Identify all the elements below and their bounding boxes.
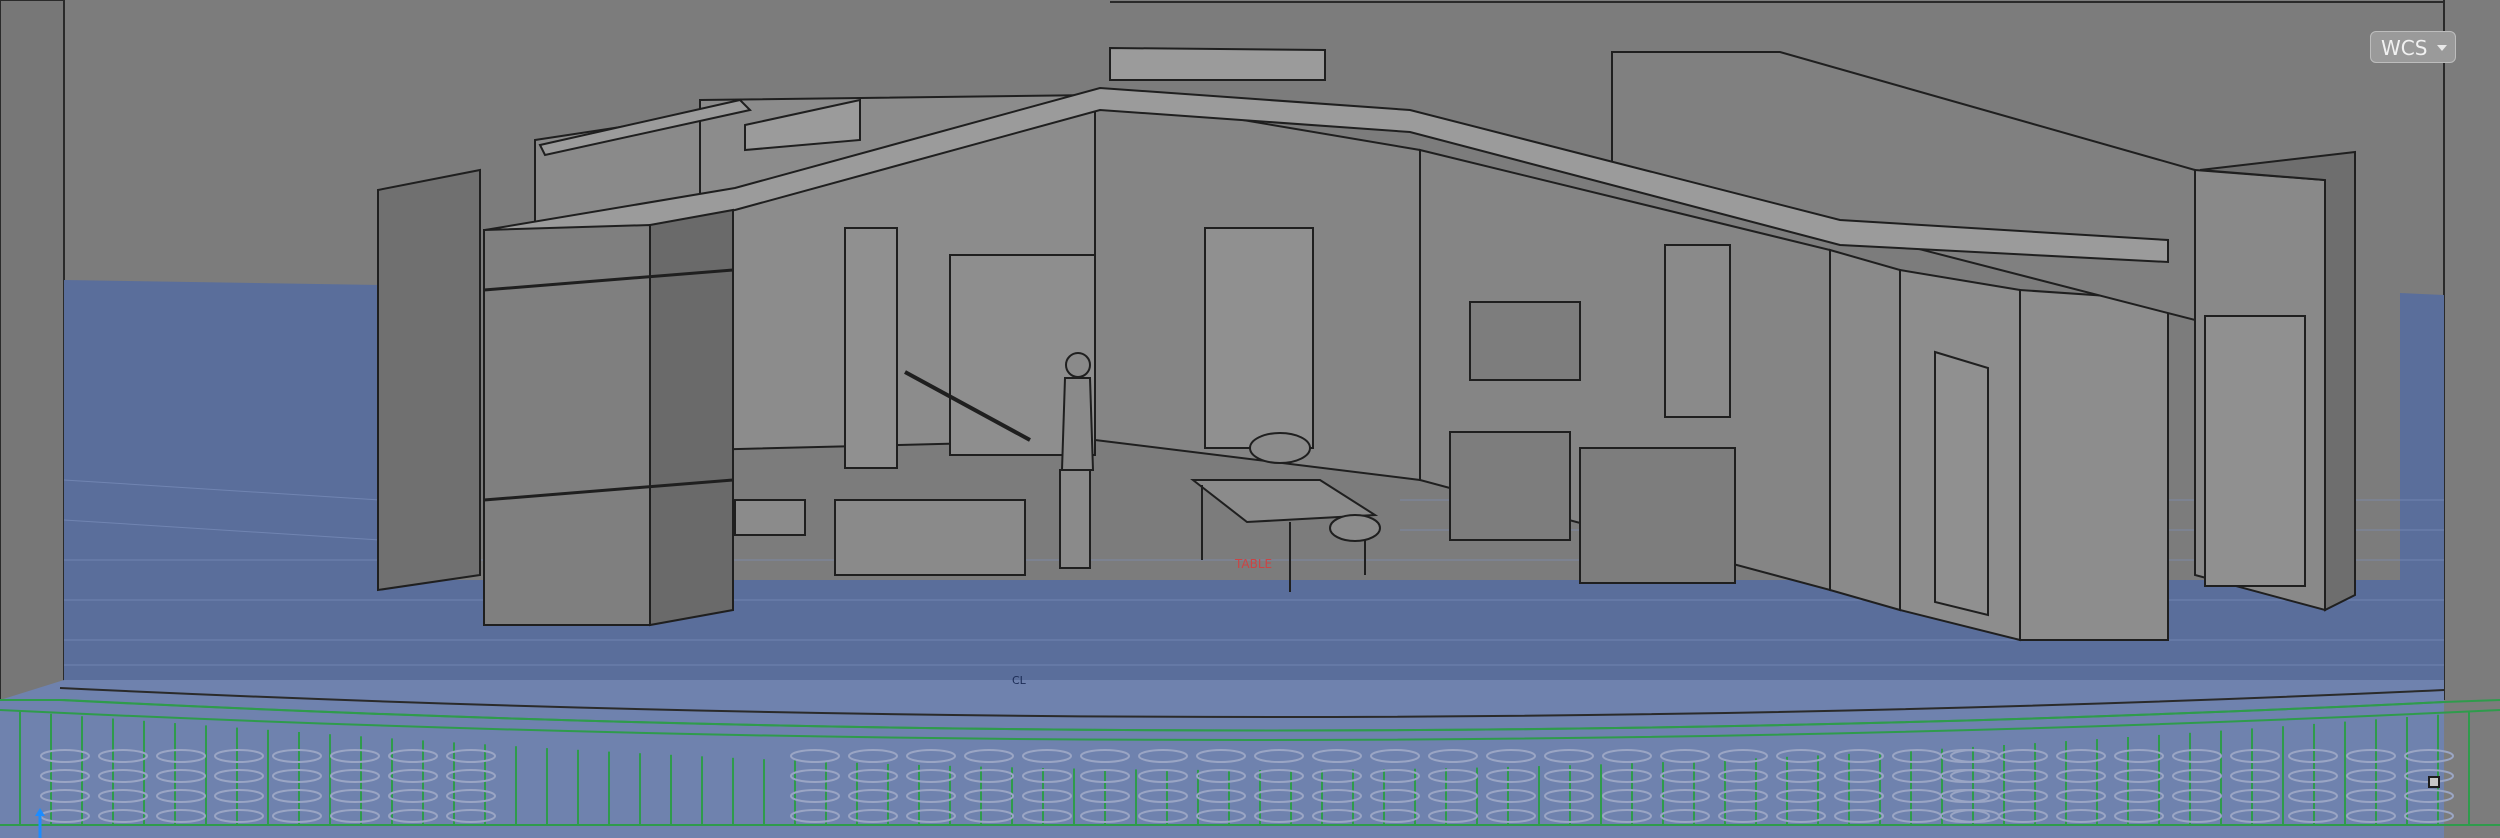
floor-label-table: TABLE — [1235, 557, 1273, 571]
stage-set-model — [0, 0, 2500, 838]
floor-label-center-mark: CL — [1012, 674, 1026, 687]
3d-viewport[interactable]: TABLE CL WCS — [0, 0, 2500, 838]
human-figure — [1059, 352, 1095, 569]
grip-icon[interactable] — [2428, 776, 2440, 788]
ucs-icon — [35, 808, 45, 838]
view-cube-wcs-button[interactable]: WCS — [2370, 31, 2456, 63]
chevron-down-icon — [2437, 45, 2447, 51]
view-cube-label: WCS — [2381, 36, 2428, 60]
